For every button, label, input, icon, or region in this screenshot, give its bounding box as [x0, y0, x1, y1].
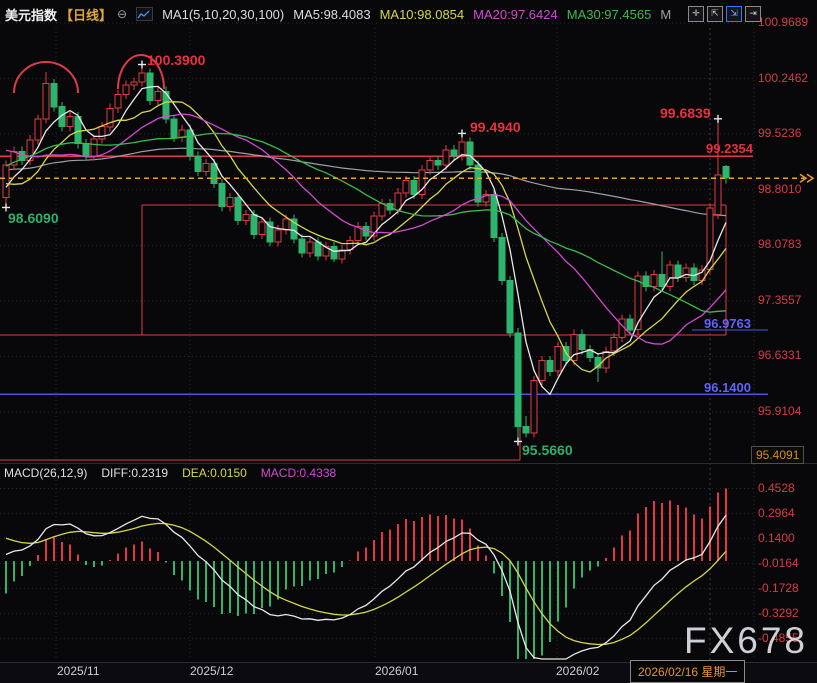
collapse-icon[interactable]: ⊖: [117, 7, 127, 21]
exit-icon[interactable]: ⇥: [745, 6, 761, 22]
macd-settings-label[interactable]: MACD(26,12,9): [4, 466, 87, 480]
selected-date-tag: 2026/02/16 星期一: [630, 660, 746, 683]
axis-scale-icon[interactable]: ⇱: [707, 6, 723, 22]
axis-bottom-price-tag: 95.4091: [751, 446, 805, 464]
m-label: M: [660, 6, 672, 22]
ma-settings-label[interactable]: MA1(5,10,20,30,100): [162, 7, 284, 22]
ma10-value: MA10:98.0854: [379, 6, 465, 22]
macd-macd-value: MACD:0.4338: [260, 466, 337, 480]
price-chart-canvas[interactable]: [0, 0, 817, 683]
macd-header: MACD(26,12,9) DIFF:0.2319 DEA:0.0150 MAC…: [4, 466, 336, 480]
macd-diff-value: DIFF:0.2319: [101, 466, 169, 480]
period-label[interactable]: 【日线】: [60, 5, 112, 24]
ma5-value: MA5:98.4083: [293, 6, 371, 22]
ma20-value: MA20:97.6424: [473, 6, 558, 22]
symbol-title: 美元指数: [5, 7, 58, 23]
chart-toolbar: ✛ ⇱ ⇲ ⇥: [688, 6, 761, 22]
axis-pan-icon[interactable]: ⇲: [726, 6, 742, 22]
mini-chart-icon[interactable]: [136, 7, 154, 21]
macd-dea-value: DEA:0.0150: [182, 466, 247, 480]
ma30-value: MA30:97.4565: [566, 6, 652, 22]
pan-tool-icon[interactable]: ✛: [688, 6, 704, 22]
trading-app: 美元指数 【日线】 ⊖ MA1(5,10,20,30,100) MA5:98.408…: [0, 0, 817, 683]
panel-divider: [0, 463, 817, 464]
